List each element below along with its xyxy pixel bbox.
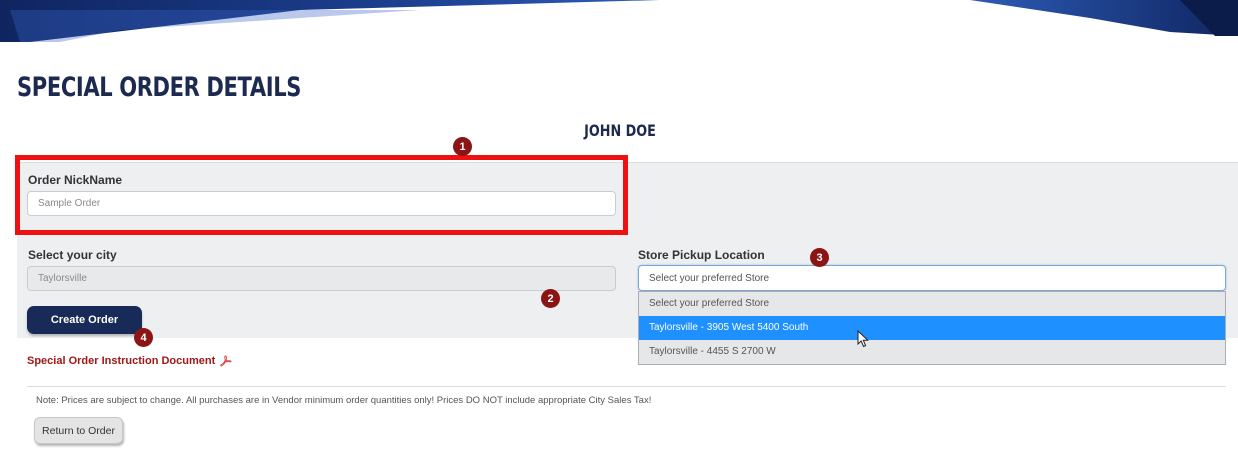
step-badge-3: 3 bbox=[810, 248, 829, 267]
store-option[interactable]: Taylorsville - 4455 S 2700 W bbox=[639, 340, 1225, 364]
header-banner bbox=[0, 0, 1238, 42]
instruction-document-link[interactable]: Special Order Instruction Document bbox=[27, 355, 232, 367]
store-option-selected[interactable]: Taylorsville - 3905 West 5400 South bbox=[639, 316, 1225, 340]
pricing-note: Note: Prices are subject to change. All … bbox=[36, 395, 652, 406]
city-value: Taylorsville bbox=[38, 273, 87, 284]
mouse-cursor-icon bbox=[857, 330, 869, 348]
return-to-order-button[interactable]: Return to Order bbox=[34, 417, 123, 444]
city-label: Select your city bbox=[28, 248, 117, 262]
store-option[interactable]: Select your preferred Store bbox=[639, 292, 1225, 316]
store-dropdown-list: Select your preferred Store Taylorsville… bbox=[638, 291, 1226, 365]
pdf-icon bbox=[220, 355, 232, 367]
store-value: Select your preferred Store bbox=[649, 272, 770, 284]
step-badge-4: 4 bbox=[134, 328, 153, 347]
divider bbox=[27, 386, 1226, 387]
customer-name: JOHN DOE bbox=[584, 121, 656, 140]
highlight-box bbox=[15, 155, 628, 235]
store-label: Store Pickup Location bbox=[638, 248, 765, 262]
page-title: SPECIAL ORDER DETAILS bbox=[17, 72, 302, 103]
store-select[interactable]: Select your preferred Store bbox=[638, 265, 1226, 291]
instruction-link-text: Special Order Instruction Document bbox=[27, 355, 216, 367]
create-order-button[interactable]: Create Order bbox=[27, 306, 142, 334]
city-select[interactable]: Taylorsville bbox=[27, 266, 616, 291]
step-badge-1: 1 bbox=[453, 137, 472, 156]
step-badge-2: 2 bbox=[541, 289, 560, 308]
